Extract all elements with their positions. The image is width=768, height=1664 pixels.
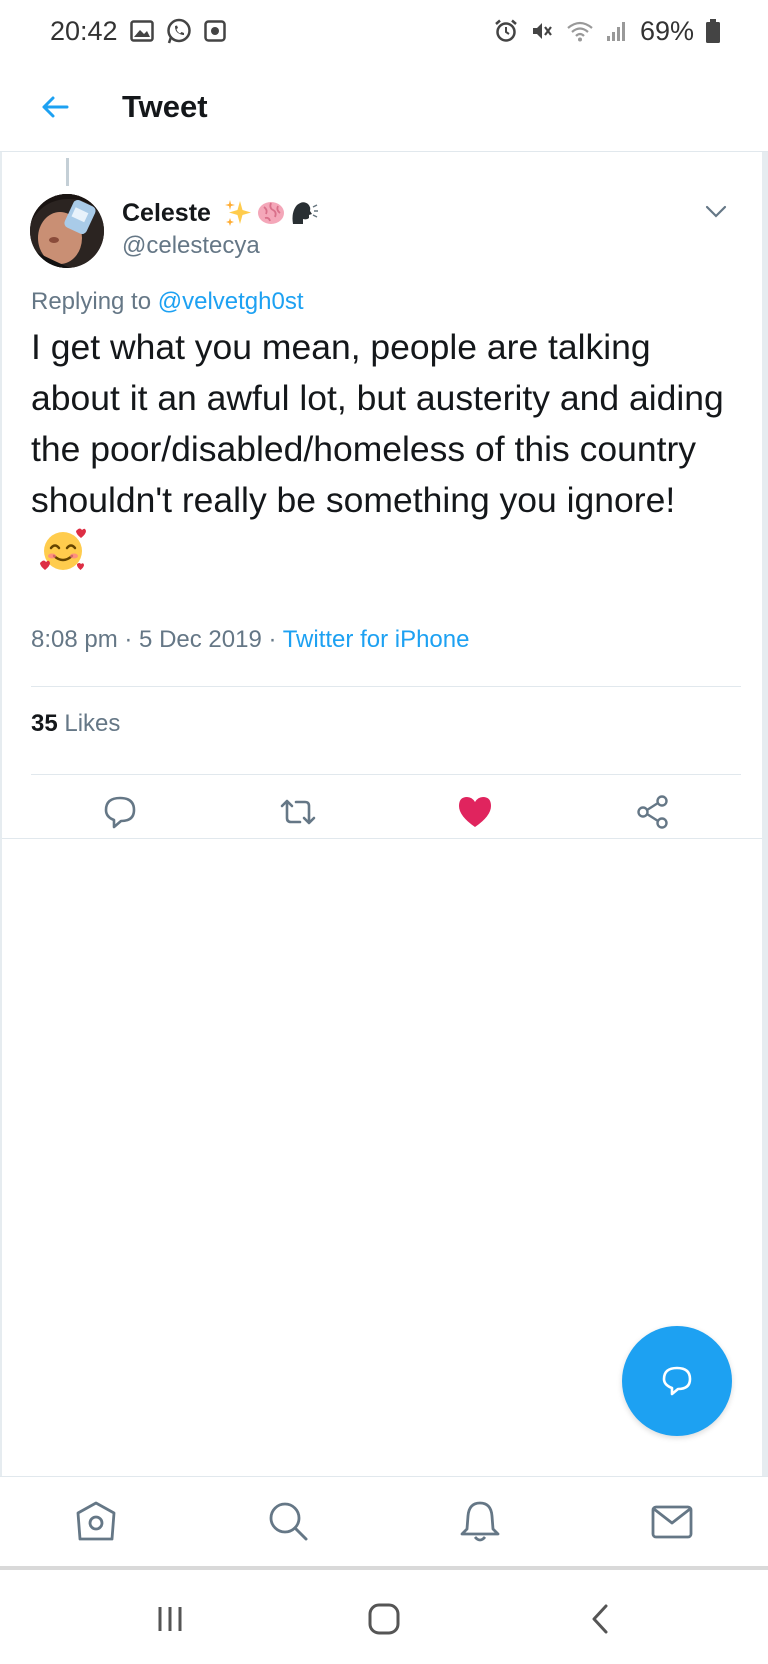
likes-label: Likes [64,710,121,737]
meta-separator: · [261,626,283,653]
nav-home[interactable] [72,1497,120,1545]
back-icon [592,1604,608,1634]
more-options-button[interactable] [698,194,734,230]
retweet-icon [280,799,316,825]
signal-icon [606,20,628,42]
search-icon [269,1502,308,1541]
arrow-left-icon [42,96,69,117]
name-emojis [223,198,319,228]
compose-reply-button[interactable] [622,1326,732,1436]
screen-record-icon [203,20,226,42]
reply-icon [662,1366,692,1396]
mute-icon [530,19,554,43]
whatsapp-icon [166,18,192,44]
replying-prefix: Replying to [31,288,152,315]
like-button[interactable] [451,788,499,836]
messages-icon [651,1505,693,1539]
nav-notifications[interactable] [456,1497,504,1545]
gallery-icon [129,20,154,42]
speaking-head-emoji [292,202,318,224]
chevron-down-icon [705,205,727,218]
avatar[interactable] [30,194,104,268]
retweet-button[interactable] [274,788,322,836]
home-system-button[interactable] [360,1598,408,1640]
status-time: 20:42 [50,15,118,46]
back-system-button[interactable] [576,1598,624,1640]
reply-icon [104,796,136,829]
recents-icon [158,1607,182,1631]
app-header: Tweet [0,62,768,152]
display-name: Celeste [122,198,211,227]
system-nav [0,1574,768,1664]
replying-to-link[interactable]: @velvetgh0st [158,288,304,315]
tweet-time: 8:08 pm [31,626,118,653]
recents-button[interactable] [146,1598,194,1640]
handle: @celestecya [122,232,260,259]
replying-to: Replying to @velvetgh0st [31,288,304,316]
tweet-date: 5 Dec 2019 [139,626,262,653]
display-name-row: Celeste [122,196,319,230]
tweet-actions [2,780,762,842]
tweet-text-block: I get what you mean, people are talking … [31,322,731,588]
brain-emoji [257,202,284,224]
home-icon [76,1501,116,1541]
divider [31,774,741,775]
tweet-detail: Celeste @celestecya Replying to @velvetg… [0,152,768,1476]
section-divider [2,838,762,839]
tweet-source-link[interactable]: Twitter for iPhone [283,626,470,653]
back-button[interactable] [25,77,85,137]
bottom-nav [0,1476,768,1570]
share-button[interactable] [629,788,677,836]
nav-messages[interactable] [648,1497,696,1545]
likes-count: 35 [31,710,58,737]
page-title: Tweet [122,88,208,124]
reply-button[interactable] [96,788,144,836]
sparkles-emoji [224,200,251,226]
notifications-icon [460,1501,500,1542]
divider [31,686,741,687]
home-button-icon [368,1603,400,1635]
thread-line [66,158,69,186]
alarm-icon [494,19,518,43]
status-left: 20:42 [50,16,226,47]
nav-search[interactable] [264,1497,312,1545]
user-block[interactable]: Celeste @celestecya [122,196,319,260]
battery-percent: 69% [639,15,694,46]
smiling-face-with-hearts-emoji [39,526,87,588]
wifi-icon [566,20,594,42]
tweet-text: I get what you mean, people are talking … [31,327,724,520]
like-icon [459,797,491,827]
tweet-meta: 8:08 pm · 5 Dec 2019 · Twitter for iPhon… [31,626,469,654]
share-icon [637,795,668,829]
battery-icon [706,19,720,43]
status-bar: 20:42 69% [0,0,768,62]
meta-separator: · [117,626,140,653]
likes-link[interactable]: 35 Likes [31,710,120,738]
status-right: 69% [494,16,720,47]
